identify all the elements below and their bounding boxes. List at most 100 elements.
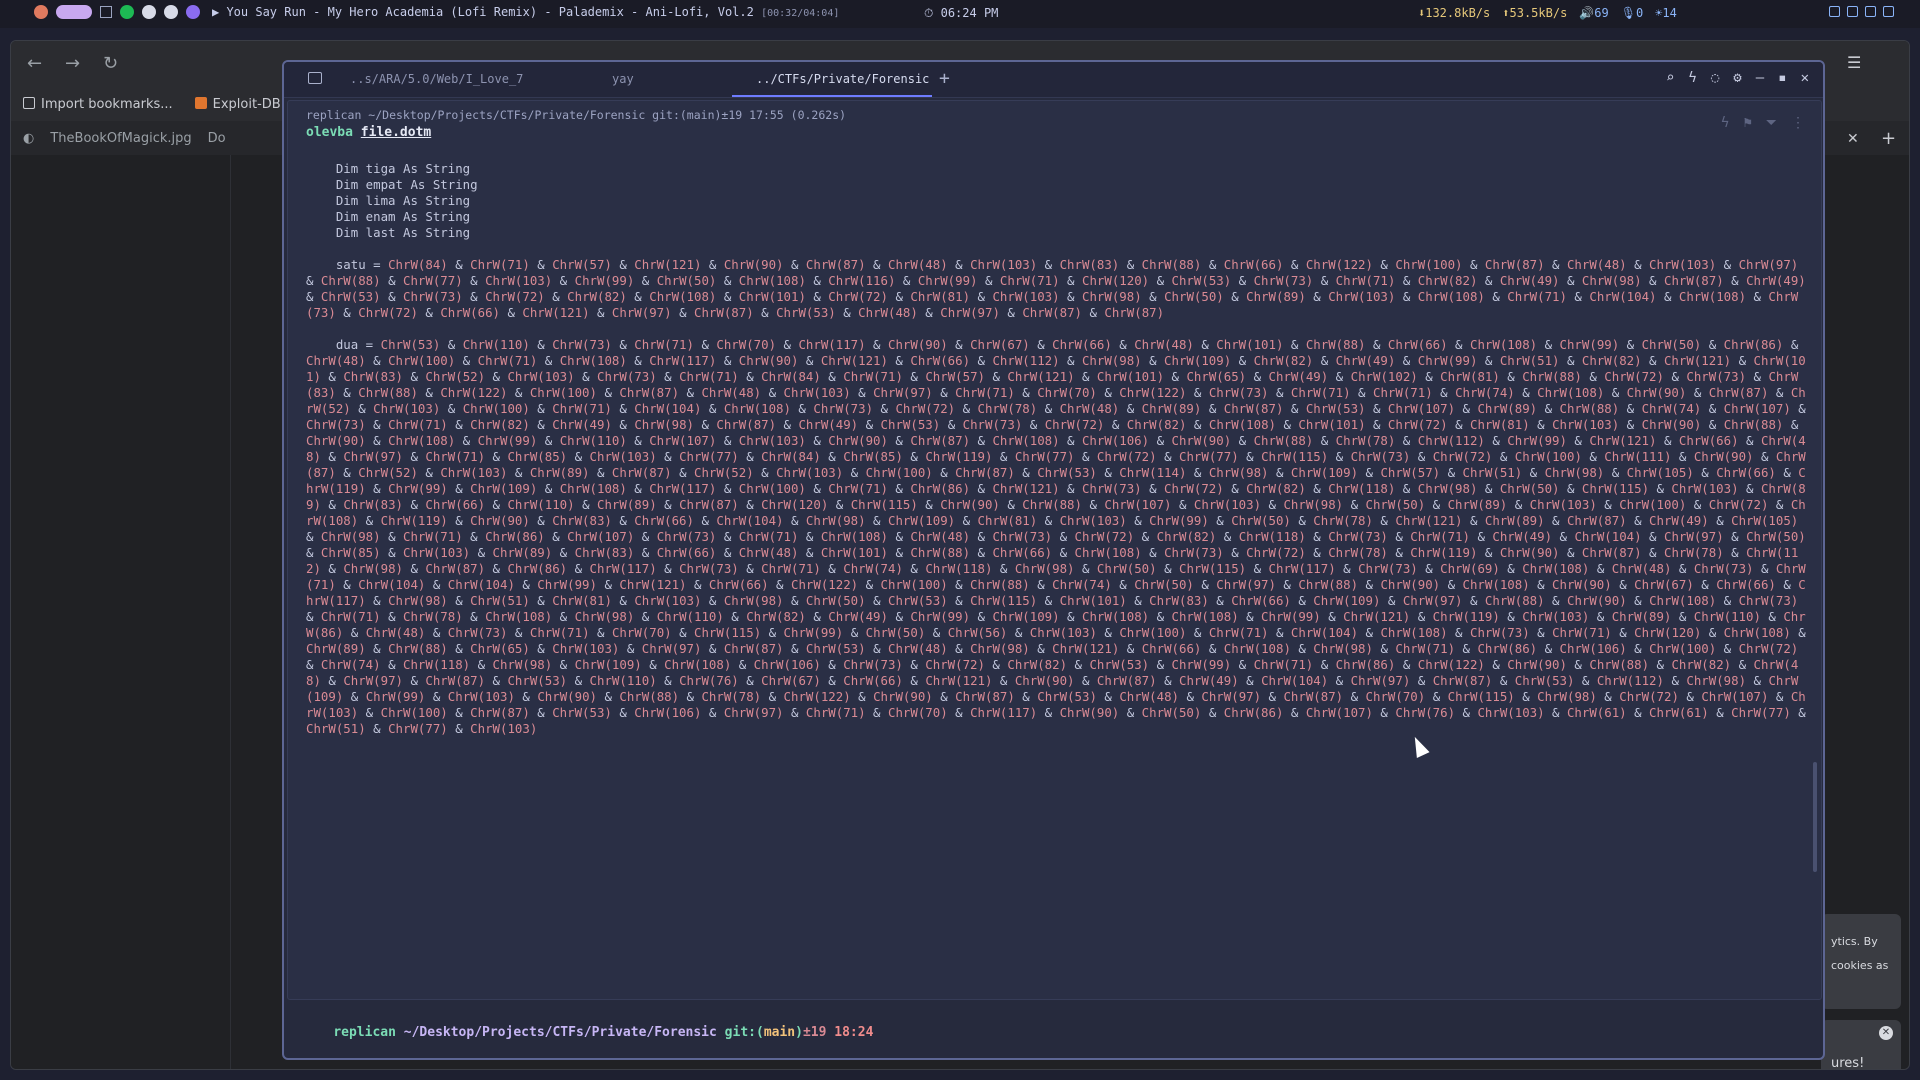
mic[interactable]: 🎙0 <box>1621 6 1643 20</box>
forward-icon[interactable]: → <box>65 53 80 74</box>
chrw-call: ChrW(90) <box>1507 657 1567 672</box>
tab-github[interactable]: Do <box>208 131 226 146</box>
command-block[interactable]: replican ~/Desktop/Projects/CTFs/Private… <box>287 100 1822 1000</box>
chrw-call: ChrW(73) <box>962 417 1023 432</box>
chrw-call: ChrW(73) <box>597 369 657 384</box>
clock[interactable]: ⏱ 06:24 PM <box>924 6 998 21</box>
chrw-call: ChrW(51) <box>1499 353 1560 368</box>
chrw-call: ChrW(66) <box>910 353 971 368</box>
chrw-call: ChrW(90) <box>1626 385 1687 400</box>
workspace-indicator[interactable] <box>56 5 92 19</box>
sidebar-toggle-icon[interactable] <box>308 72 322 84</box>
power-icon[interactable] <box>1883 6 1894 17</box>
chrw-call: ChrW(97) <box>1402 593 1463 608</box>
spotify-icon[interactable] <box>120 5 134 19</box>
command-arg[interactable]: file.dotm <box>361 125 431 140</box>
chrw-call: ChrW(87) <box>425 561 486 576</box>
chrw-call: ChrW(74) <box>843 561 903 576</box>
chrw-call: ChrW(49) <box>798 417 859 432</box>
chrw-call: ChrW(72) <box>1432 449 1493 464</box>
reload-icon[interactable]: ↻ <box>103 53 118 74</box>
discord-icon[interactable] <box>186 5 200 19</box>
bookmark-import[interactable]: Import bookmarks... <box>23 96 173 112</box>
chrw-call: ChrW(87) <box>955 689 1015 704</box>
chrw-call: ChrW(71) <box>1395 641 1456 656</box>
chrw-call: ChrW(71) <box>679 369 739 384</box>
file-icon[interactable] <box>100 6 112 18</box>
chrw-call: ChrW(73) <box>1686 369 1747 384</box>
minimize-icon[interactable]: – <box>1756 70 1764 86</box>
bookmark-exploitdb[interactable]: Exploit-DB <box>194 96 281 112</box>
chrw-call: ChrW(121) <box>1007 369 1075 384</box>
new-tab-icon[interactable]: + <box>1881 128 1896 149</box>
menu-icon[interactable]: ☰ <box>1847 53 1861 72</box>
chrw-call: ChrW(122) <box>1119 385 1187 400</box>
chrw-call: ChrW(89) <box>1246 289 1306 304</box>
chrw-call: ChrW(73) <box>1081 481 1142 496</box>
chrw-call: ChrW(87) <box>1484 257 1545 272</box>
chrw-call: ChrW(98) <box>1686 673 1747 688</box>
chrw-call: ChrW(77) <box>1014 449 1075 464</box>
chrw-call: ChrW(97) <box>641 641 702 656</box>
app-icon[interactable] <box>142 5 156 19</box>
chrw-call: ChrW(103) <box>1193 497 1262 512</box>
close-icon[interactable]: ✕ <box>1801 70 1809 86</box>
chrw-call: ChrW(89) <box>1484 513 1545 528</box>
tab-bookofmagick[interactable]: TheBookOfMagick.jpg <box>50 131 191 146</box>
chrw-call: ChrW(101) <box>1216 337 1284 352</box>
chrw-call: ChrW(48) <box>910 529 971 544</box>
scrollbar[interactable] <box>1813 762 1817 872</box>
bolt-icon[interactable]: ϟ <box>1721 115 1729 131</box>
more-icon[interactable]: ⋮ <box>1791 115 1805 131</box>
close-icon[interactable]: ✕ <box>1847 131 1859 147</box>
chrw-call: ChrW(71) <box>1253 657 1314 672</box>
gear-icon[interactable]: ⚙ <box>1733 70 1741 86</box>
terminal-tab-forensic[interactable]: ../CTFs/Private/Forensic <box>756 72 929 86</box>
chrw-call: ChrW(101) <box>1096 369 1165 384</box>
chrw-call: ChrW(87) <box>910 433 971 448</box>
search-icon[interactable]: ⌕ <box>1666 70 1674 86</box>
chrw-call: ChrW(66) <box>656 545 717 560</box>
terminal-tab-web[interactable]: ..s/ARA/5.0/Web/I_Love_7 <box>350 72 523 86</box>
telegram-icon[interactable] <box>164 5 178 19</box>
chrw-call: ChrW(101) <box>1298 417 1366 432</box>
chrw-call: ChrW(84) <box>761 449 821 464</box>
chrw-call: ChrW(99) <box>537 577 597 592</box>
chrw-call: ChrW(73) <box>447 625 508 640</box>
chrw-call: ChrW(53) <box>805 641 866 656</box>
chrw-call: ChrW(66) <box>708 577 769 592</box>
chrw-call: ChrW(88) <box>1141 257 1202 272</box>
chrw-call: ChrW(87) <box>619 385 680 400</box>
bookmark-icon[interactable]: ⚑ <box>1743 115 1751 131</box>
terminal-tab-yay[interactable]: yay <box>612 72 634 86</box>
now-playing[interactable]: ▶ You Say Run - My Hero Academia (Lofi R… <box>212 5 839 19</box>
battery-icon[interactable] <box>1865 6 1876 17</box>
bulb-icon[interactable]: ◌ <box>1711 70 1719 86</box>
chrw-call: ChrW(74) <box>1641 401 1702 416</box>
filter-icon[interactable]: ⏷ <box>1766 115 1777 131</box>
chrw-call: ChrW(69) <box>1440 561 1500 576</box>
chrw-call: ChrW(106) <box>634 705 702 720</box>
new-tab-icon[interactable]: + <box>939 68 950 89</box>
chrw-call: ChrW(71) <box>999 273 1060 288</box>
chrw-call: ChrW(121) <box>1589 433 1657 448</box>
volume[interactable]: 🔊69 <box>1579 6 1608 20</box>
chrw-call: ChrW(108) <box>738 273 806 288</box>
chrw-call: ChrW(72) <box>1246 545 1306 560</box>
chrw-call: ChrW(78) <box>977 401 1038 416</box>
chrw-call: ChrW(108) <box>1171 609 1239 624</box>
tab-icon[interactable]: ◐ <box>23 131 34 146</box>
firefox-icon[interactable] <box>34 5 48 19</box>
bolt-icon[interactable]: ϟ <box>1688 70 1696 86</box>
code-line: Dim lima As String <box>306 193 471 208</box>
chrw-call: ChrW(77) <box>403 273 463 288</box>
bluetooth-icon[interactable] <box>1829 6 1840 17</box>
chrw-call: ChrW(110) <box>656 609 724 624</box>
maximize-icon[interactable]: ▪ <box>1778 70 1786 86</box>
chrw-call: ChrW(90) <box>873 689 933 704</box>
brightness[interactable]: ☀14 <box>1655 6 1677 20</box>
chrw-call: ChrW(104) <box>716 513 784 528</box>
close-icon[interactable]: ✕ <box>1879 1026 1893 1040</box>
back-icon[interactable]: ← <box>27 53 42 74</box>
wifi-icon[interactable] <box>1847 6 1858 17</box>
